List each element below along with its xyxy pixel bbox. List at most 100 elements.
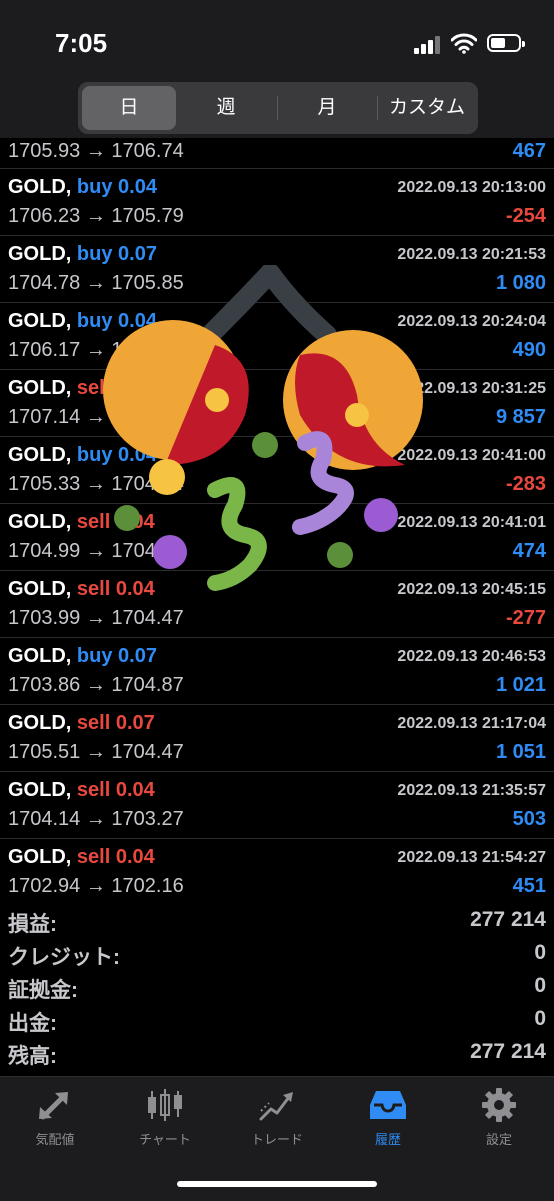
summary-row: 残高: 277 214: [0, 1037, 554, 1070]
deal-title: GOLD, buy 0.04: [8, 444, 157, 467]
tab-settings[interactable]: 設定: [449, 1087, 549, 1157]
deal-row[interactable]: GOLD, sell 0.04 2022.09.13 20:45:15 1703.9…: [0, 571, 554, 638]
deal-row[interactable]: GOLD, sell 0.07 2022.09.13 21:17:04 1705.5…: [0, 705, 554, 772]
deal-prices: 1703.86 → 1704.87: [8, 674, 184, 696]
deal-row-partial[interactable]: 1705.93 → 1706.74 467: [0, 138, 554, 169]
deal-row[interactable]: GOLD, sell 0.04 2022.09.13 21:54:27 1702.9…: [0, 839, 554, 898]
deal-symbol: GOLD,: [8, 779, 72, 801]
deal-datetime: 2022.09.13 20:41:00: [397, 447, 546, 464]
tab-label: 履歴: [374, 1132, 401, 1147]
deal-profit: 1 080: [495, 272, 546, 294]
summary-label: 残高:: [8, 1045, 57, 1068]
wifi-icon: [451, 33, 477, 54]
home-indicator[interactable]: [177, 1181, 377, 1187]
tab-chart[interactable]: チャート: [115, 1087, 215, 1157]
deal-symbol: GOLD,: [8, 712, 72, 734]
deal-title: GOLD, sell 0.04: [8, 578, 155, 601]
summary-value: 277 214: [470, 908, 546, 931]
status-bar: 7:05: [0, 0, 554, 80]
deal-datetime: 2022.09.13 20:21:53: [397, 246, 546, 263]
deal-profit: 503: [512, 808, 546, 830]
deal-datetime: 2022.09.13 20:46:53: [397, 648, 546, 665]
tab-history[interactable]: 履歴: [338, 1087, 438, 1157]
battery-icon: [487, 34, 525, 52]
summary-row: クレジット: 0: [0, 938, 554, 971]
summary-label: 出金:: [8, 1012, 57, 1035]
deal-title: GOLD, sell 0.07: [8, 712, 155, 735]
deal-row[interactable]: GOLD, buy 0.07 2022.09.13 20:21:53 1704.78…: [0, 236, 554, 303]
tab-quotes[interactable]: 気配値: [5, 1087, 105, 1157]
deal-title: GOLD, buy 0.07: [8, 645, 157, 668]
deal-datetime: 2022.09.13 20:13:00: [397, 179, 546, 196]
deal-side: sell 0.04: [76, 511, 155, 533]
deal-prices: 1705.33 → 1704.84: [8, 473, 184, 495]
deal-symbol: GOLD,: [8, 377, 72, 399]
segment-day[interactable]: 日: [82, 86, 176, 130]
trade-chart-icon: [259, 1092, 293, 1121]
deal-profit: 451: [512, 875, 546, 897]
deal-side: buy 0.04: [76, 310, 157, 332]
deal-prices: 1705.93 → 1706.74: [8, 140, 184, 162]
summary-value: 0: [534, 941, 546, 964]
deal-row[interactable]: GOLD, buy 0.04 2022.09.13 20:24:04 1706.17…: [0, 303, 554, 370]
summary-value: 0: [534, 974, 546, 997]
segment-month[interactable]: 月: [280, 86, 374, 130]
settings-gear-icon: [482, 1088, 516, 1122]
deal-prices: 1704.99 → 1704.17: [8, 540, 184, 562]
deal-row[interactable]: GOLD, sell 0.04 2022.09.13 20:41:01 1704.9…: [0, 504, 554, 571]
deal-title: GOLD, sell 0.04: [8, 846, 155, 869]
tab-label: 設定: [485, 1132, 512, 1147]
deal-row[interactable]: GOLD, buy 0.07 2022.09.13 20:46:53 1703.86…: [0, 638, 554, 705]
deal-symbol: GOLD,: [8, 243, 72, 265]
deal-datetime: 2022.09.13 21:54:27: [397, 849, 546, 866]
deal-side: buy 0.04: [76, 444, 157, 466]
deal-history-list[interactable]: 1705.93 → 1706.74 467 GOLD, buy 0.04 2022…: [0, 138, 554, 898]
tab-label: 気配値: [35, 1132, 75, 1147]
summary-row: 損益: 277 214: [0, 905, 554, 938]
account-summary: 損益: 277 214 クレジット: 0 証拠金: 0 出金: 0 残高: 277 214: [0, 905, 554, 1070]
tab-trade[interactable]: トレード: [227, 1087, 327, 1157]
deal-side: sell 0.04: [76, 779, 155, 801]
deal-side: buy 0.07: [76, 243, 157, 265]
deal-symbol: GOLD,: [8, 578, 72, 600]
deal-row[interactable]: GOLD, buy 0.04 2022.09.13 20:13:00 1706.23…: [0, 169, 554, 236]
deal-prices: 1704.14 → 1703.27: [8, 808, 184, 830]
deal-datetime: 2022.09.13 20:31:25: [397, 380, 546, 397]
deal-profit: -277: [505, 607, 546, 629]
deal-side: buy 0.07: [76, 645, 157, 667]
deal-row[interactable]: GOLD, sell 0.04 2022.09.13 20:31:25 1707.1…: [0, 370, 554, 437]
deal-symbol: GOLD,: [8, 310, 72, 332]
deal-prices: 1704.78 → 1705.85: [8, 272, 184, 294]
tab-label: トレード: [250, 1132, 303, 1147]
deal-title: GOLD, buy 0.07: [8, 243, 157, 266]
deal-prices: 1706.17 → 1706.66: [8, 339, 184, 361]
deal-side: sell 0.04: [76, 578, 155, 600]
deal-datetime: 2022.09.13 20:24:04: [397, 313, 546, 330]
deal-profit: -283: [505, 473, 546, 495]
summary-value: 277 214: [470, 1040, 546, 1063]
deal-row[interactable]: GOLD, buy 0.04 2022.09.13 20:41:00 1705.33…: [0, 437, 554, 504]
deal-title: GOLD, sell 0.04: [8, 377, 155, 400]
deal-symbol: GOLD,: [8, 645, 72, 667]
deal-symbol: GOLD,: [8, 511, 72, 533]
deal-prices: 1703.99 → 1704.47: [8, 607, 184, 629]
deal-datetime: 2022.09.13 21:17:04: [397, 715, 546, 732]
period-segmented-control: 日 週 月 カスタム: [78, 82, 478, 134]
deal-title: GOLD, sell 0.04: [8, 779, 155, 802]
summary-label: 証拠金:: [8, 979, 78, 1002]
segment-custom[interactable]: カスタム: [380, 86, 474, 130]
deal-symbol: GOLD,: [8, 846, 72, 868]
deal-profit: 467: [512, 140, 546, 162]
segment-week[interactable]: 週: [179, 86, 273, 130]
tab-label: チャート: [139, 1132, 191, 1147]
deal-side: sell 0.04: [76, 846, 155, 868]
status-time: 7:05: [55, 28, 108, 58]
summary-label: 損益:: [8, 913, 57, 936]
deal-row[interactable]: GOLD, sell 0.04 2022.09.13 21:35:57 1704.1…: [0, 772, 554, 839]
deal-prices: 1707.14 → 1704.68: [8, 406, 184, 428]
summary-value: 0: [534, 1007, 546, 1030]
deal-prices: 1706.23 → 1705.79: [8, 205, 184, 227]
deal-profit: 490: [512, 339, 546, 361]
deal-symbol: GOLD,: [8, 444, 72, 466]
deal-profit: 1 021: [495, 674, 546, 696]
